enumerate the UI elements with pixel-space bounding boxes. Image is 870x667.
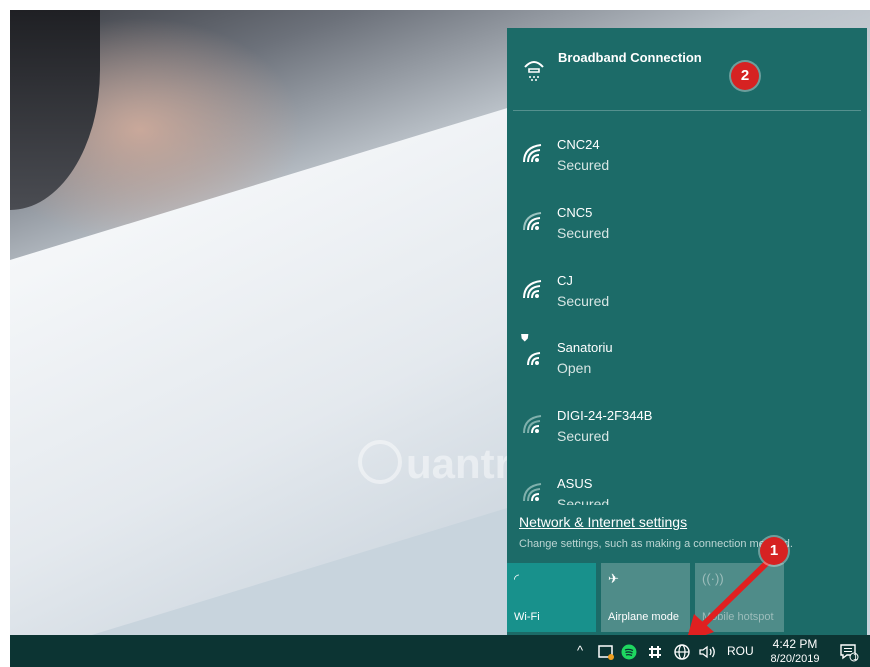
wifi-signal-icon bbox=[523, 144, 542, 163]
broadband-label: Broadband Connection bbox=[558, 50, 702, 65]
tile-label: Wi-Fi bbox=[514, 611, 540, 623]
spotify-icon[interactable] bbox=[621, 635, 637, 667]
clock-date: 8/20/2019 bbox=[770, 653, 820, 665]
notification-count: 1 bbox=[853, 652, 859, 662]
broadband-connection-item[interactable]: Broadband Connection bbox=[507, 28, 867, 110]
wifi-signal-icon bbox=[523, 280, 542, 299]
taskbar-clock[interactable]: 4:42 PM 8/20/2019 bbox=[764, 637, 826, 667]
network-ssid: CNC24 bbox=[557, 137, 600, 152]
network-ssid: CJ bbox=[557, 273, 573, 288]
wifi-signal-icon bbox=[523, 415, 542, 434]
network-globe-icon[interactable] bbox=[673, 635, 691, 667]
network-ssid: CNC5 bbox=[557, 205, 593, 220]
network-status: Open bbox=[557, 360, 592, 376]
network-ssid: DIGI-24-2F344B bbox=[557, 408, 653, 423]
callout-badge-2: 2 bbox=[731, 62, 759, 90]
network-ssid: Sanatoriu bbox=[557, 340, 613, 355]
wallpaper-hair bbox=[10, 10, 100, 210]
airplane-mode-tile[interactable]: ✈ Airplane mode bbox=[601, 563, 690, 632]
network-status: Secured bbox=[557, 225, 610, 241]
volume-icon[interactable] bbox=[698, 635, 718, 667]
shield-warning-icon: ⛊ bbox=[521, 333, 529, 344]
network-flyout: Broadband Connection CNC24 Secured CNC5 … bbox=[507, 28, 867, 635]
network-status: Secured bbox=[557, 428, 610, 444]
network-status: Secured bbox=[557, 293, 610, 309]
input-language-indicator[interactable]: ROU bbox=[727, 635, 754, 667]
tile-label: Airplane mode bbox=[608, 611, 679, 623]
wifi-network-item[interactable]: DIGI-24-2F344B Secured bbox=[507, 399, 867, 461]
taskbar: ^ ROU 4:42 PM 8/20/2019 1 bbox=[10, 635, 870, 667]
slack-icon[interactable] bbox=[647, 635, 663, 667]
wifi-signal-icon bbox=[527, 352, 541, 366]
watermark-logo-icon bbox=[358, 440, 402, 484]
wifi-icon: ◜ bbox=[514, 571, 520, 586]
network-ssid: ASUS bbox=[557, 476, 593, 491]
network-status: Secured bbox=[557, 157, 610, 173]
tray-app-icon[interactable] bbox=[598, 635, 614, 667]
wifi-network-item[interactable]: ASUS Secured bbox=[507, 467, 867, 505]
clock-time: 4:42 PM bbox=[772, 637, 818, 651]
action-center-icon[interactable] bbox=[839, 635, 859, 667]
show-hidden-icons-icon[interactable]: ^ bbox=[577, 635, 583, 667]
ethernet-dialup-icon bbox=[524, 61, 544, 81]
wifi-signal-icon bbox=[523, 212, 542, 231]
wifi-network-item[interactable]: CJ Secured bbox=[507, 264, 867, 326]
network-status: Secured bbox=[557, 496, 610, 505]
wifi-toggle-tile[interactable]: ◜ Wi-Fi bbox=[507, 563, 596, 632]
wifi-network-item[interactable]: ⛊ Sanatoriu Open bbox=[507, 331, 867, 393]
wifi-network-item[interactable]: CNC5 Secured bbox=[507, 196, 867, 258]
wifi-network-item[interactable]: CNC24 Secured bbox=[507, 128, 867, 190]
wifi-signal-icon bbox=[523, 483, 542, 502]
network-settings-link[interactable]: Network & Internet settings bbox=[519, 514, 687, 530]
divider bbox=[513, 110, 861, 111]
callout-badge-1: 1 bbox=[760, 537, 788, 565]
airplane-icon: ✈ bbox=[608, 571, 619, 586]
